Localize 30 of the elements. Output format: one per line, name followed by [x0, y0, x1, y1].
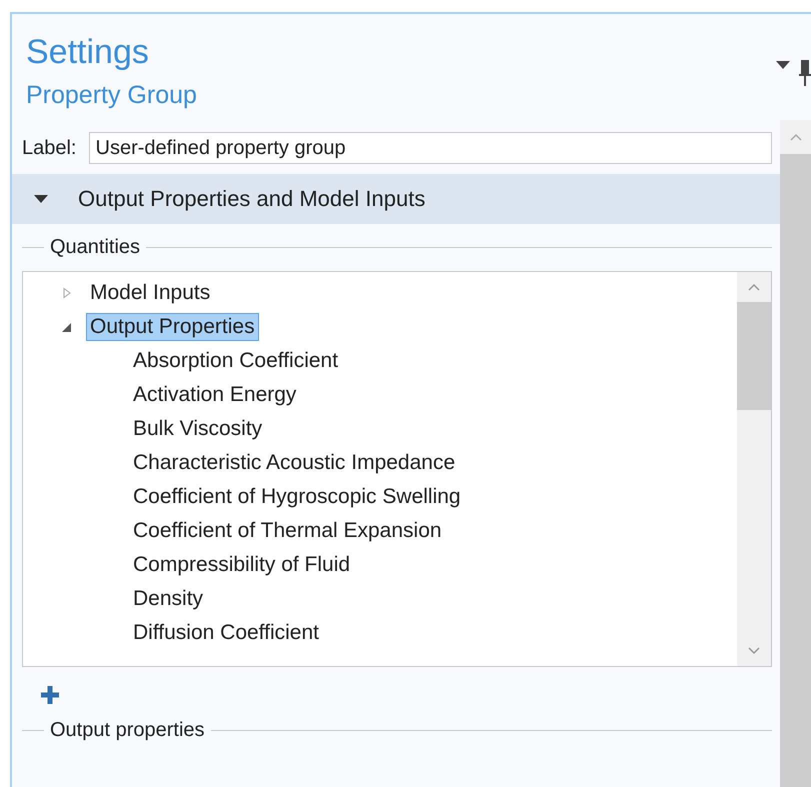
section-title: Output Properties and Model Inputs — [78, 186, 426, 212]
section-header[interactable]: Output Properties and Model Inputs — [12, 174, 780, 224]
scroll-up-icon[interactable] — [788, 132, 802, 142]
dropdown-icon[interactable] — [775, 60, 791, 70]
tree-item[interactable]: Characteristic Acoustic Impedance — [129, 449, 460, 477]
panel-subtitle: Property Group — [26, 80, 197, 111]
expanded-icon[interactable] — [61, 321, 73, 333]
scroll-up-icon[interactable] — [747, 282, 761, 292]
scroll-down-icon[interactable] — [747, 646, 761, 656]
label-field[interactable]: User-defined property group — [88, 132, 772, 164]
tree-item[interactable]: Compressibility of Fluid — [129, 551, 354, 579]
tree-item[interactable]: Activation Energy — [129, 381, 300, 409]
group-legend: Quantities — [50, 236, 140, 259]
group-legend: Output properties — [50, 719, 205, 742]
tree-item[interactable]: Diffusion Coefficient — [129, 619, 323, 647]
tree-item[interactable]: Bulk Viscosity — [129, 415, 266, 443]
collapse-icon — [34, 194, 48, 204]
tree-item[interactable]: Density — [129, 585, 208, 613]
scrollbar[interactable] — [737, 272, 771, 666]
tree-item[interactable]: Output Properties — [86, 313, 259, 341]
tree-item[interactable]: Coefficient of Hygroscopic Swelling — [129, 483, 465, 511]
pin-icon[interactable] — [799, 60, 811, 86]
panel-title: Settings — [26, 32, 150, 73]
tree-item[interactable]: Absorption Coefficient — [129, 347, 342, 375]
tree-item[interactable]: Model Inputs — [86, 279, 214, 307]
scrollbar[interactable] — [780, 120, 811, 787]
collapsed-icon[interactable] — [61, 287, 73, 299]
tree-item[interactable]: Coefficient of Thermal Expansion — [129, 517, 446, 545]
add-icon[interactable] — [40, 685, 60, 705]
label-caption: Label: — [22, 136, 76, 160]
